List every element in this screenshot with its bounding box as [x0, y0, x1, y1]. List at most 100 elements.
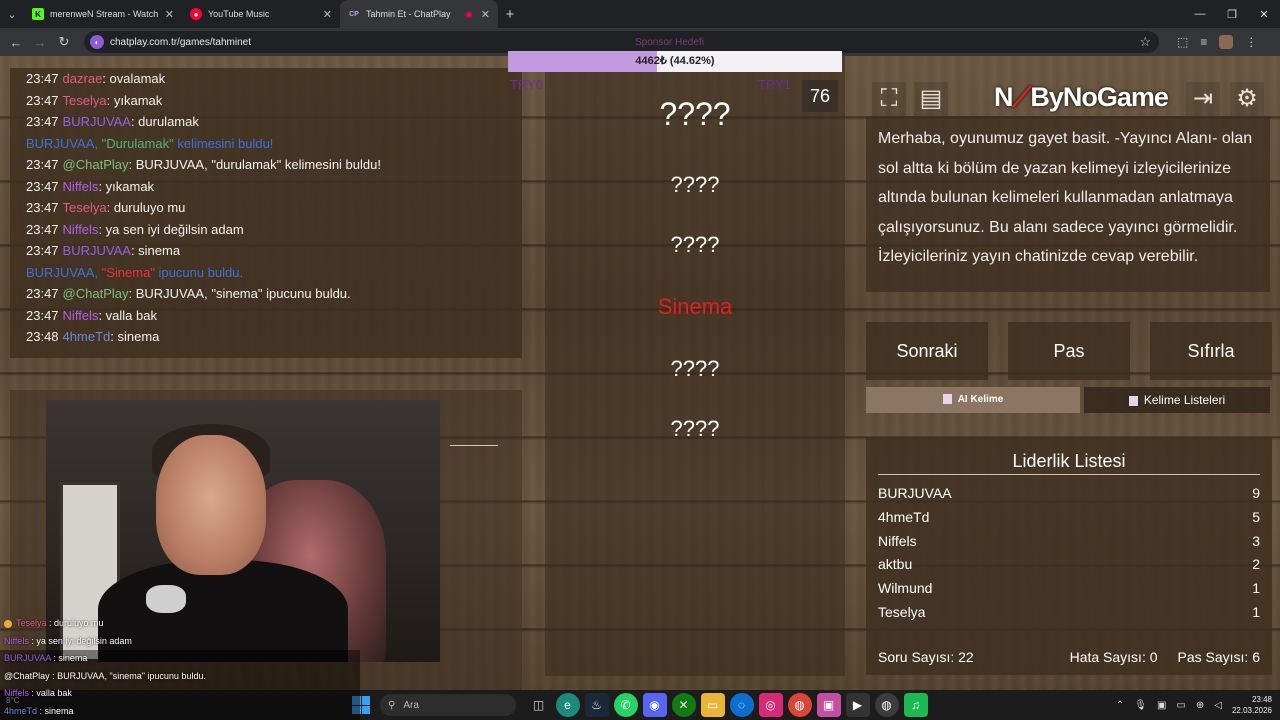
- overlay-user: Niffels: [4, 635, 29, 646]
- message-time: 23:47: [26, 243, 59, 258]
- extensions-icon[interactable]: ⬚: [1177, 35, 1188, 49]
- word-source-tabs: AI Kelime Kelime Listeleri: [866, 387, 1276, 413]
- maximize-icon[interactable]: ❐: [1216, 8, 1248, 21]
- taskbar-search[interactable]: ⚲ Ara: [380, 694, 516, 716]
- message-time: 23:47: [26, 157, 59, 172]
- message-text: : ya sen iyi değilsin adam: [98, 221, 244, 237]
- volume-icon[interactable]: ◁: [1214, 700, 1222, 711]
- spotify-like-icon[interactable]: ♫: [903, 693, 928, 717]
- progress-overlay-text: Sponsor Hedefi: [635, 37, 704, 48]
- task-view-icon[interactable]: ◫: [527, 693, 551, 717]
- message-time: 23:47: [26, 221, 59, 237]
- discord-icon[interactable]: ◉: [642, 693, 667, 717]
- back-icon[interactable]: ←: [4, 35, 28, 50]
- game-page: 23:47 dazrae: ovalamak 23:47 Teselya: yıkam…: [0, 56, 1280, 690]
- pass-button[interactable]: Pas: [1008, 322, 1130, 380]
- message-user[interactable]: BURJUVAA: [63, 114, 131, 129]
- close-icon[interactable]: ✕: [323, 8, 332, 21]
- tab-ai-word[interactable]: AI Kelime: [866, 387, 1080, 413]
- whatsapp-icon[interactable]: ✆: [613, 693, 638, 717]
- try-right-label: TRY1: [758, 77, 791, 92]
- tab-chatplay[interactable]: CP Tahmin Et - ChatPlay ◉ ✕: [340, 0, 498, 28]
- menu-kebab-icon[interactable]: ⋮: [1245, 35, 1257, 49]
- xbox-icon[interactable]: ✕: [671, 693, 696, 717]
- steam-icon[interactable]: ♨: [584, 693, 609, 717]
- chrome-active-icon[interactable]: ◍: [874, 693, 899, 717]
- message-text: : duruluyo mu: [106, 200, 186, 215]
- player-score: 5: [1252, 508, 1260, 525]
- message-time: 23:48: [26, 329, 59, 344]
- browser-tab-bar: ⌄ K merenweN Stream - Watch Live ✕ ● You…: [0, 0, 1280, 28]
- message-time: 23:47: [26, 71, 59, 86]
- message-text: : BURJUVAA, "durulamak" kelimesini buldu…: [128, 157, 381, 172]
- message-time: 23:47: [26, 92, 59, 108]
- message-user[interactable]: Teselya: [63, 93, 107, 108]
- message-user[interactable]: BURJUVAA: [63, 243, 131, 258]
- tray-app-icon[interactable]: ▣: [1157, 700, 1166, 711]
- message-user[interactable]: Teselya: [63, 200, 107, 215]
- leaderboard-rows: BURJUVAA 9 4hmeTd 5 Niffels 3 aktbu 2 Wilmund 1 Te…: [878, 475, 1260, 625]
- chrome-icon[interactable]: ◍: [787, 693, 812, 717]
- gear-icon[interactable]: ⚙: [1230, 82, 1264, 116]
- new-tab-button[interactable]: +: [498, 6, 522, 23]
- hidden-word: ????: [659, 96, 731, 132]
- hidden-word: ????: [670, 172, 720, 197]
- notes-icon[interactable]: ▤: [914, 82, 948, 116]
- tab-title: Tahmin Et - ChatPlay: [366, 9, 451, 19]
- message-user[interactable]: dazrae: [63, 71, 103, 86]
- file-explorer-icon[interactable]: ▭: [700, 693, 725, 717]
- chat-message: 23:47 Teselya: yıkamak: [26, 90, 506, 112]
- message-user[interactable]: 4hmeTd: [63, 329, 111, 344]
- photos-icon[interactable]: ▣: [816, 693, 841, 717]
- overlay-user: @ChatPlay: [4, 670, 50, 681]
- tab-kick[interactable]: K merenweN Stream - Watch Live ✕: [24, 0, 182, 28]
- media-controls-icon[interactable]: ≡: [1200, 35, 1207, 49]
- player-score: 3: [1252, 532, 1260, 549]
- next-button[interactable]: Sonraki: [866, 322, 988, 380]
- site-info-icon[interactable]: ◐: [90, 35, 104, 49]
- forward-icon[interactable]: →: [28, 35, 52, 50]
- youtube-music-icon: ●: [190, 8, 202, 20]
- message-user[interactable]: Niffels: [63, 308, 99, 323]
- battery-icon[interactable]: ▭: [1176, 700, 1185, 711]
- overlay-text: : duruluyo mu: [46, 618, 104, 628]
- tab-search-icon[interactable]: ⌄: [0, 0, 24, 28]
- leaderboard: Liderlik Listesi BURJUVAA 9 4hmeTd 5 Niffels…: [866, 437, 1272, 675]
- badge-icon: [4, 619, 12, 628]
- exit-icon[interactable]: ⇥: [1186, 82, 1220, 116]
- media-player-icon[interactable]: ▶: [845, 693, 870, 717]
- close-icon[interactable]: ✕: [165, 8, 174, 21]
- overlay-chat-line: 4hmeTd : sinema: [0, 702, 360, 720]
- bynogame-logo: N⟋ByNoGame: [994, 82, 1169, 114]
- instagram-icon[interactable]: ◎: [758, 693, 783, 717]
- url-input[interactable]: ◐ chatplay.com.tr/games/tahminet ☆: [84, 31, 1159, 53]
- message-user[interactable]: @ChatPlay: [63, 157, 129, 172]
- edge-icon[interactable]: e: [555, 693, 580, 717]
- profile-avatar[interactable]: [1219, 35, 1234, 49]
- message-text: : valla bak: [98, 307, 157, 323]
- bookmark-star-icon[interactable]: ☆: [1139, 34, 1151, 50]
- kick-icon: K: [32, 8, 44, 20]
- overlay-chat-line: @ChatPlay : BURJUVAA, "sinema" ipucunu b…: [0, 667, 360, 685]
- message-time: 23:47: [26, 200, 59, 215]
- reload-icon[interactable]: ↻: [52, 34, 76, 50]
- reset-button[interactable]: Sıfırla: [1150, 322, 1272, 380]
- network-icon[interactable]: ⊕: [1196, 700, 1204, 711]
- message-user[interactable]: Niffels: [63, 222, 99, 237]
- tray-chevron-icon[interactable]: ⌃: [1116, 700, 1124, 711]
- system-clock[interactable]: 23:48 22.03.2026: [1232, 694, 1272, 716]
- stream-chat-overlay: Teselya : duruluyo mu Niffels : ya sen iy…: [0, 615, 360, 720]
- message-user[interactable]: @ChatPlay: [63, 286, 129, 301]
- overlay-user: Teselya: [16, 618, 47, 628]
- audio-playing-icon[interactable]: ◉: [465, 9, 473, 20]
- microphone-icon[interactable]: 🎙: [1134, 700, 1147, 711]
- player-name: Niffels: [878, 532, 917, 549]
- close-icon[interactable]: ✕: [481, 8, 490, 21]
- tab-youtube-music[interactable]: ● YouTube Music ✕: [182, 0, 340, 28]
- minimize-icon[interactable]: —: [1184, 8, 1216, 20]
- fullscreen-icon[interactable]: ⛶: [872, 82, 906, 116]
- message-user[interactable]: Niffels: [63, 179, 99, 194]
- tab-word-lists[interactable]: Kelime Listeleri: [1084, 387, 1270, 413]
- edge-browser-icon[interactable]: ◌: [729, 693, 754, 717]
- close-window-icon[interactable]: ✕: [1248, 8, 1280, 21]
